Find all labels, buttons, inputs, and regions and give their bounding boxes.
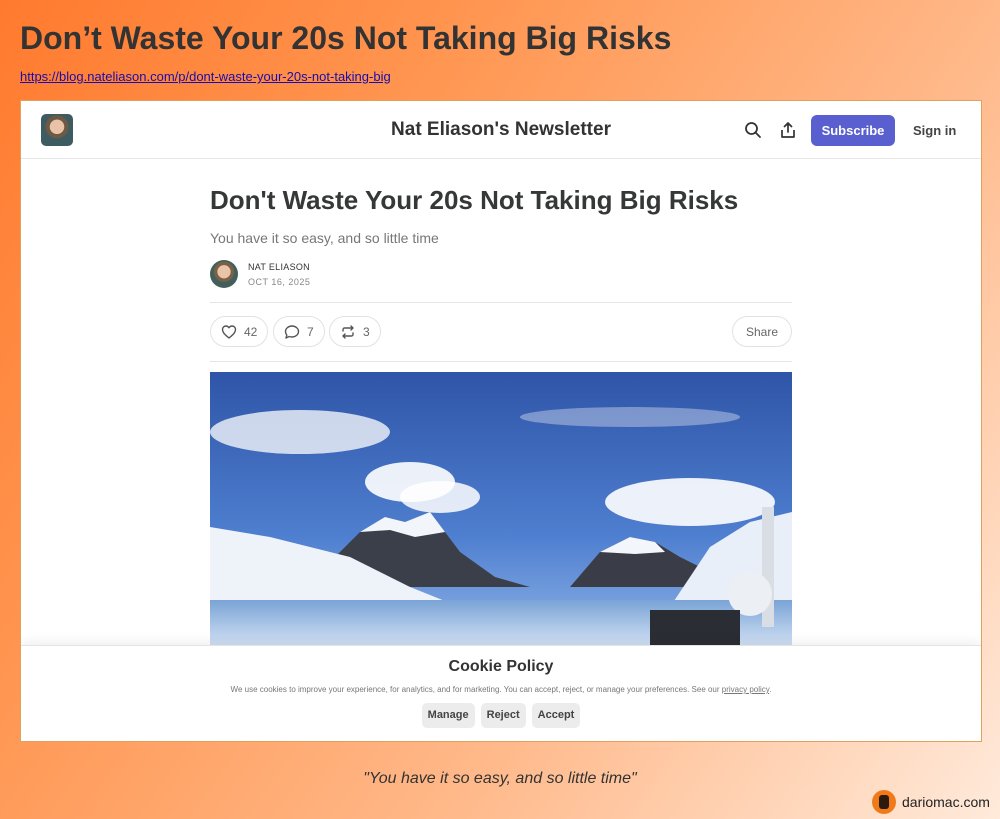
article-header: Don't Waste Your 20s Not Taking Big Risk… bbox=[210, 185, 792, 362]
brand-watermark: dariomac.com bbox=[872, 790, 990, 814]
author-name[interactable]: NAT ELIASON bbox=[248, 262, 310, 272]
author-avatar[interactable] bbox=[210, 260, 238, 288]
brand-name: dariomac.com bbox=[902, 794, 990, 810]
page-title: Don’t Waste Your 20s Not Taking Big Risk… bbox=[20, 20, 672, 56]
cookie-banner: Cookie Policy We use cookies to improve … bbox=[21, 645, 981, 741]
manage-button[interactable]: Manage bbox=[421, 703, 475, 728]
comment-button[interactable]: 7 bbox=[273, 316, 325, 347]
cookie-text: We use cookies to improve your experienc… bbox=[21, 685, 981, 694]
post-date: OCT 16, 2025 bbox=[248, 277, 311, 287]
divider bbox=[210, 361, 792, 362]
search-icon[interactable] bbox=[744, 121, 762, 139]
caption: "You have it so easy, and so little time… bbox=[363, 770, 637, 787]
sign-in-link[interactable]: Sign in bbox=[913, 123, 956, 138]
accept-button[interactable]: Accept bbox=[531, 703, 581, 728]
article-subtitle: You have it so easy, and so little time bbox=[210, 230, 439, 246]
hero-image bbox=[210, 372, 792, 647]
subscribe-button[interactable]: Subscribe bbox=[811, 115, 895, 146]
cookie-buttons: Manage Reject Accept bbox=[21, 703, 981, 728]
share-icon[interactable] bbox=[779, 121, 797, 139]
like-button[interactable]: 42 bbox=[210, 316, 269, 347]
cookie-text-period: . bbox=[769, 685, 772, 694]
heart-icon bbox=[221, 324, 237, 339]
share-button[interactable]: Share bbox=[731, 316, 792, 347]
post-actions: 42 7 3 Share bbox=[210, 303, 792, 361]
article-url-link[interactable]: https://blog.nateliason.com/p/dont-waste… bbox=[20, 69, 391, 84]
restack-button[interactable]: 3 bbox=[329, 316, 381, 347]
comment-count: 7 bbox=[307, 324, 314, 339]
brand-logo-icon bbox=[872, 790, 896, 814]
reject-button[interactable]: Reject bbox=[480, 703, 526, 728]
cookie-title: Cookie Policy bbox=[448, 658, 554, 675]
screenshot-frame: Nat Eliason's Newsletter Subscribe Sign … bbox=[20, 100, 982, 742]
comment-icon bbox=[284, 324, 300, 339]
privacy-policy-link[interactable]: privacy policy bbox=[722, 685, 769, 694]
cookie-text-body: We use cookies to improve your experienc… bbox=[230, 685, 722, 694]
byline: NAT ELIASON OCT 16, 2025 bbox=[210, 260, 792, 290]
article-title: Don't Waste Your 20s Not Taking Big Risk… bbox=[210, 185, 739, 215]
restack-icon bbox=[342, 324, 354, 339]
like-count: 42 bbox=[244, 324, 258, 339]
restack-count: 3 bbox=[363, 324, 370, 339]
publication-header: Nat Eliason's Newsletter Subscribe Sign … bbox=[21, 101, 981, 159]
